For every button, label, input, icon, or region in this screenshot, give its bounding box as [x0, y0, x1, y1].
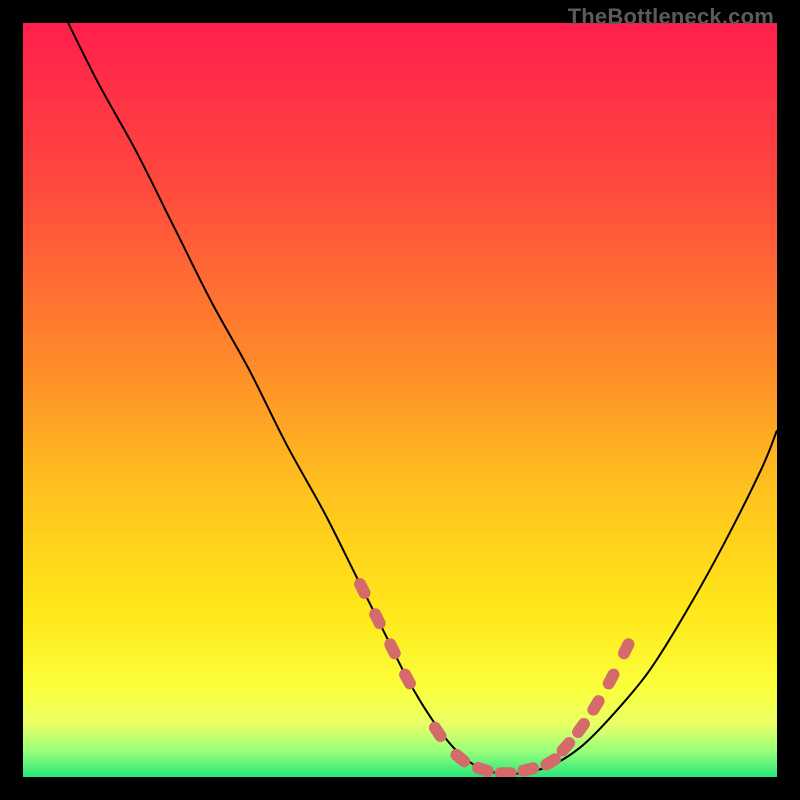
curve-marker [495, 767, 517, 777]
watermark-text: TheBottleneck.com [568, 4, 774, 30]
plot-area [23, 23, 777, 777]
plot-svg [23, 23, 777, 777]
chart-stage: TheBottleneck.com [0, 0, 800, 800]
